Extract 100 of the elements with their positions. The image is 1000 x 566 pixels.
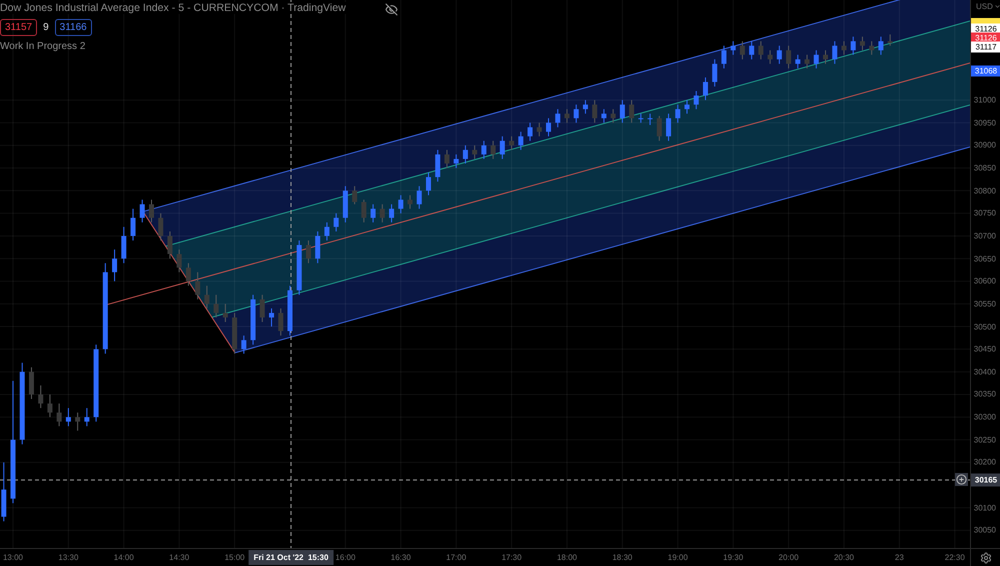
- candle: [176, 249, 182, 273]
- price-tick-label: 30300: [974, 412, 996, 422]
- candle: [610, 108, 616, 124]
- price-tick-label: 30350: [974, 390, 996, 399]
- time-tick-label: 13:30: [58, 553, 78, 562]
- candle: [342, 186, 348, 223]
- candle: [167, 230, 172, 260]
- price-tick-label: 30250: [974, 435, 996, 444]
- candle: [398, 194, 404, 214]
- crosshair-price-label: 30165: [971, 474, 1000, 486]
- candle: [130, 208, 136, 241]
- time-tick-label: 22:30: [944, 553, 965, 562]
- candle: [232, 312, 238, 354]
- price-tick-label: 30650: [974, 254, 996, 264]
- price-tick-label: 30100: [974, 503, 996, 512]
- time-tick-label: 18:30: [612, 553, 632, 562]
- candle: [582, 100, 588, 114]
- plus-circle-icon[interactable]: [955, 473, 968, 486]
- price-label: 31068: [971, 66, 1000, 76]
- candle: [601, 108, 606, 124]
- candle: [546, 118, 552, 137]
- candle: [389, 204, 394, 223]
- time-tick-label: 20:30: [834, 553, 854, 562]
- candle: [490, 140, 496, 160]
- time-tick-label: 15:00: [224, 553, 245, 562]
- candle: [306, 240, 311, 264]
- price-tick-label: 30600: [974, 276, 996, 286]
- candle: [222, 303, 228, 322]
- candle: [1, 462, 6, 522]
- candle: [454, 154, 459, 169]
- time-tick-label: 19:30: [723, 553, 744, 562]
- candle: [841, 40, 846, 56]
- price-tick-label: 30800: [974, 186, 996, 196]
- candle: [638, 113, 644, 124]
- candle: [518, 131, 524, 150]
- candle: [850, 36, 856, 56]
- candle: [878, 36, 884, 56]
- price-marker: [971, 18, 1000, 24]
- candle: [121, 226, 126, 264]
- candle: [740, 40, 745, 60]
- candle: [758, 40, 764, 60]
- candle: [241, 335, 246, 354]
- candle: [776, 45, 782, 64]
- candle: [823, 50, 828, 64]
- candle: [260, 294, 265, 322]
- price-tick-label: 30950: [974, 118, 996, 128]
- indicator-name[interactable]: Work In Progress 2: [0, 41, 86, 52]
- candle: [352, 186, 358, 205]
- candle: [795, 54, 800, 69]
- candle: [56, 403, 62, 427]
- candle: [712, 58, 718, 87]
- price-tick-label: 30850: [974, 164, 996, 173]
- time-tick-label: 14:30: [169, 553, 190, 562]
- settings-icon[interactable]: [980, 552, 992, 564]
- candle: [112, 249, 118, 282]
- candle: [804, 54, 810, 69]
- candle: [648, 113, 653, 126]
- candle: [574, 104, 579, 124]
- price-tick-label: 30500: [974, 322, 996, 332]
- candle: [186, 262, 191, 286]
- candle: [416, 186, 422, 210]
- candle: [380, 204, 385, 223]
- candle: [694, 90, 699, 110]
- time-tick-label: 16:00: [335, 553, 356, 562]
- candle: [75, 412, 80, 432]
- price-tick-label: 31000: [974, 96, 996, 105]
- eye-off-icon[interactable]: [385, 3, 398, 16]
- candle: [749, 40, 754, 60]
- candle: [675, 104, 680, 124]
- time-tick-label: 17:00: [446, 553, 466, 562]
- price-tick-label: 30200: [974, 458, 996, 467]
- candle: [620, 100, 625, 124]
- candle: [296, 240, 302, 296]
- time-tick-label: 16:30: [390, 553, 411, 562]
- candle: [564, 108, 570, 124]
- sell-price-button[interactable]: 31157: [0, 19, 38, 36]
- candle: [28, 366, 34, 400]
- candle: [149, 199, 154, 223]
- price-tick-label: 30400: [974, 367, 996, 376]
- candle: [324, 222, 330, 241]
- candle: [768, 50, 773, 64]
- candle: [869, 40, 874, 56]
- time-tick-label: 23: [894, 553, 904, 562]
- candle: [555, 108, 560, 128]
- currency-selector[interactable]: USD: [976, 2, 1000, 11]
- price-tick-label: 30450: [974, 344, 996, 354]
- spread-value: 9: [43, 22, 49, 33]
- candle: [444, 149, 450, 169]
- candle: [435, 149, 440, 182]
- candle: [288, 285, 292, 336]
- buy-price-button[interactable]: 31166: [54, 19, 92, 36]
- price-tick-label: 30900: [974, 140, 996, 150]
- caret-icon: [994, 3, 1000, 10]
- candle: [888, 34, 893, 46]
- candle: [84, 408, 90, 427]
- price-tick-label: 30550: [974, 299, 996, 308]
- candle: [592, 100, 598, 124]
- candle: [204, 285, 210, 309]
- candle: [832, 40, 838, 64]
- time-tick-label: 17:30: [502, 553, 522, 562]
